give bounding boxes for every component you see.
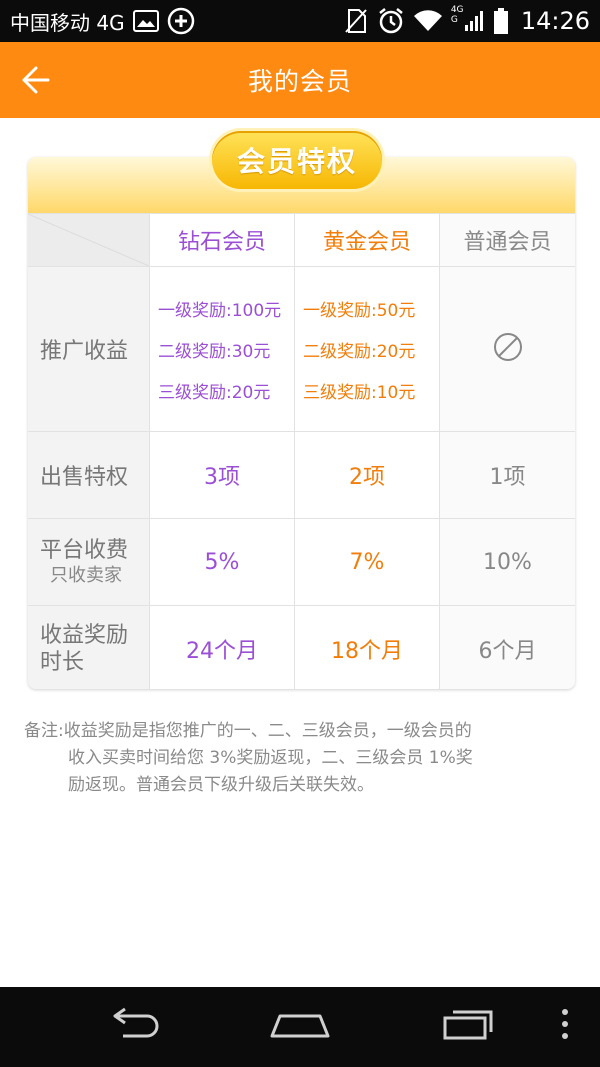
- fee-diamond-cell: 5%: [149, 519, 294, 605]
- row-label: 推广收益: [28, 267, 149, 431]
- corner-cell: [28, 214, 149, 266]
- network-type-label: 4G: [450, 5, 464, 15]
- ribbon-title: 会员特权: [236, 145, 357, 178]
- nav-home-button[interactable]: [265, 1001, 335, 1051]
- image-icon: [132, 10, 159, 32]
- column-header-normal: 普通会员: [439, 214, 575, 266]
- cell-value: 2项: [349, 465, 385, 490]
- fee-gold-cell: 7%: [294, 519, 439, 605]
- sale-diamond-cell: 3项: [149, 432, 294, 518]
- column-label: 钻石会员: [177, 230, 266, 255]
- promotion-diamond-cell: 一级奖励:100元 二级奖励:30元 三级奖励:20元: [149, 267, 294, 431]
- remark-note: 备注:收益奖励是指您推广的一、二、三级会员，一级会员的 收入买卖时间给您 3%奖…: [24, 718, 544, 799]
- duration-gold-cell: 18个月: [294, 606, 439, 689]
- table-header-row: 钻石会员 黄金会员 普通会员: [28, 213, 575, 266]
- table-row-sale-privilege: 出售特权 3项 2项 1项: [28, 431, 575, 518]
- promotion-gold-cell: 一级奖励:50元 二级奖励:20元 三级奖励:10元: [294, 267, 439, 431]
- nav-back-button[interactable]: [98, 1001, 168, 1051]
- reward-level-2: 二级奖励:20元: [303, 341, 416, 362]
- note-line-2: 收入买卖时间给您 3%奖励返现，二、三级会员 1%奖: [68, 748, 473, 768]
- row-sublabel: 只收卖家: [50, 564, 122, 586]
- back-nav-icon: [103, 1006, 163, 1046]
- sale-normal-cell: 1项: [439, 432, 575, 518]
- row-label: 平台收费 只收卖家: [28, 519, 149, 605]
- alarm-icon: [377, 7, 405, 35]
- system-nav-bar: [0, 987, 600, 1067]
- cell-value: 1项: [489, 465, 526, 490]
- network-sub-label: G: [450, 15, 458, 25]
- back-button[interactable]: [18, 60, 58, 100]
- note-line-1: 备注:收益奖励是指您推广的一、二、三级会员，一级会员的: [24, 721, 472, 741]
- row-label-text-2: 时长: [40, 650, 85, 675]
- sale-gold-cell: 2项: [294, 432, 439, 518]
- membership-privileges-card: 钻石会员 黄金会员 普通会员 推广收益 一级奖励:100元 二级奖励:30元 三…: [28, 157, 575, 689]
- row-label: 出售特权: [28, 432, 149, 518]
- nav-recents-button[interactable]: [432, 1001, 502, 1051]
- reward-level-3: 三级奖励:20元: [158, 382, 271, 403]
- status-bar: 中国移动 4G 4G G 14:26: [0, 0, 600, 42]
- row-label-text: 推广收益: [40, 339, 129, 364]
- privileges-table: 钻石会员 黄金会员 普通会员 推广收益 一级奖励:100元 二级奖励:30元 三…: [28, 213, 575, 689]
- column-header-diamond: 钻石会员: [149, 214, 294, 266]
- table-row-platform-fee: 平台收费 只收卖家 5% 7% 10%: [28, 518, 575, 605]
- app-header: 我的会员: [0, 42, 600, 118]
- note-line-3: 励返现。普通会员下级升级后关联失效。: [68, 775, 374, 795]
- fee-normal-cell: 10%: [439, 519, 575, 605]
- column-label: 黄金会员: [322, 230, 411, 255]
- duration-diamond-cell: 24个月: [149, 606, 294, 689]
- promotion-normal-cell: [439, 267, 575, 431]
- reward-level-1: 一级奖励:50元: [303, 300, 416, 321]
- row-label-text: 平台收费: [40, 538, 129, 563]
- arrow-left-icon: [18, 66, 58, 104]
- reward-level-2: 二级奖励:30元: [158, 341, 271, 362]
- cell-value: 18个月: [331, 639, 403, 664]
- column-header-gold: 黄金会员: [294, 214, 439, 266]
- overflow-menu-icon: [560, 1008, 570, 1044]
- table-row-promotion: 推广收益 一级奖励:100元 二级奖励:30元 三级奖励:20元 一级奖励:50…: [28, 266, 575, 431]
- cell-value: 24个月: [186, 639, 258, 664]
- plus-circle-icon: [167, 7, 195, 35]
- recents-nav-icon: [437, 1006, 497, 1046]
- reward-level-1: 一级奖励:100元: [158, 300, 282, 321]
- nav-overflow-menu-button[interactable]: [540, 1001, 590, 1051]
- row-label-text: 收益奖励: [40, 622, 129, 648]
- row-label-text: 出售特权: [40, 465, 129, 490]
- cell-value: 3项: [204, 465, 240, 490]
- cell-value: 5%: [204, 549, 240, 575]
- wifi-icon: [413, 9, 443, 33]
- column-label: 普通会员: [463, 230, 552, 255]
- battery-icon: [493, 7, 509, 35]
- cell-value: 7%: [349, 549, 385, 575]
- cell-value: 10%: [483, 549, 532, 575]
- clock: 14:26: [520, 7, 590, 35]
- reward-level-3: 三级奖励:10元: [303, 382, 416, 403]
- home-nav-icon: [268, 1006, 332, 1046]
- no-sim-icon: [343, 7, 369, 35]
- carrier-label: 中国移动 4G: [10, 10, 125, 35]
- privileges-ribbon: 会员特权: [212, 131, 382, 189]
- cell-value: 6个月: [478, 639, 537, 664]
- prohibited-icon: [492, 331, 524, 367]
- page-title: 我的会员: [247, 67, 352, 96]
- table-row-reward-duration: 收益奖励 时长 24个月 18个月 6个月: [28, 605, 575, 689]
- row-label: 收益奖励 时长: [28, 606, 149, 689]
- duration-normal-cell: 6个月: [439, 606, 575, 689]
- signal-icon: 4G G: [450, 5, 485, 33]
